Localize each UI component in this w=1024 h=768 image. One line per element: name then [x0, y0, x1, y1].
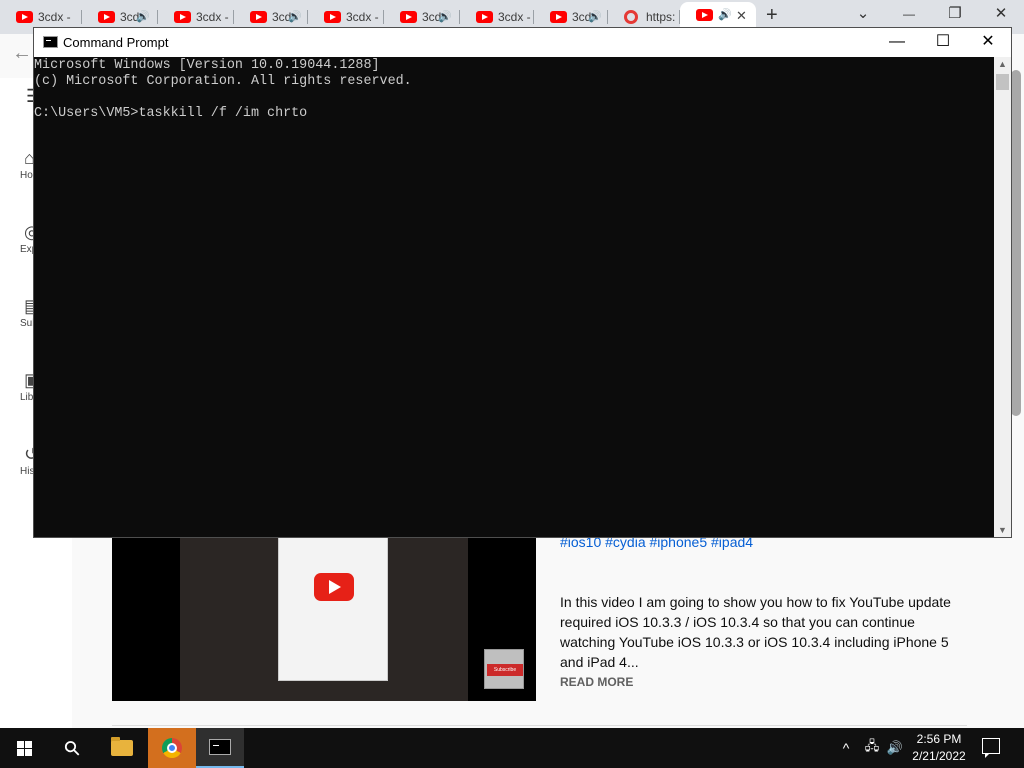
file-explorer-button[interactable]	[98, 728, 146, 768]
sidebar-item-label: His	[20, 466, 35, 477]
back-arrow-icon[interactable]: ←	[12, 42, 32, 65]
video-description: In this video I am going to show you how…	[560, 594, 951, 670]
tab-title: https:	[646, 10, 676, 24]
taskbar: ⚲ ^ 🖧 🔊 2:56 PM 2/21/2022	[0, 728, 1024, 768]
clock-time: 2:56 PM	[916, 732, 962, 746]
content-divider	[112, 725, 967, 726]
network-icon[interactable]: 🖧	[860, 728, 884, 768]
youtube-favicon-icon	[16, 11, 33, 23]
youtube-favicon-icon	[400, 11, 417, 23]
cmd-minimize-button[interactable]: —	[874, 28, 920, 57]
browser-minimize-button[interactable]: —	[886, 7, 932, 21]
sidebar-item-label: Exp	[20, 244, 38, 255]
tab-title: 3cdx -	[38, 10, 71, 24]
tab-audio-icon[interactable]: 🔊	[718, 8, 732, 21]
tab-audio-icon[interactable]: 🔊	[288, 10, 302, 23]
browser-close-button[interactable]: ✕	[978, 4, 1024, 22]
cmd-scrollbar-thumb[interactable]	[996, 74, 1009, 90]
youtube-favicon-icon	[476, 11, 493, 23]
tray-overflow-chevron-icon[interactable]: ^	[836, 728, 856, 768]
cmd-window-title: Command Prompt	[63, 35, 169, 50]
notification-center-icon[interactable]	[982, 738, 1000, 758]
cmd-taskbar-button[interactable]	[196, 728, 244, 768]
cmd-title-bar[interactable]: Command Prompt — ☐ ✕	[34, 28, 1011, 57]
console-line: (c) Microsoft Corporation. All rights re…	[34, 74, 412, 89]
site-favicon-icon	[624, 10, 638, 24]
cmd-scrollbar[interactable]: ▲ ▼	[994, 57, 1011, 537]
tab-title: 3cdx -	[498, 10, 531, 24]
chrome-taskbar-button[interactable]	[148, 728, 196, 768]
search-icon: ⚲	[59, 735, 86, 762]
console-line: Microsoft Windows [Version 10.0.19044.12…	[34, 58, 380, 73]
youtube-favicon-icon	[250, 11, 267, 23]
console-line: C:\Users\VM5>taskkill /f /im chrto	[34, 106, 308, 121]
video-thumbnail[interactable]: Subscribe	[112, 537, 536, 701]
clock-date: 2/21/2022	[912, 749, 966, 763]
scroll-up-arrow-icon[interactable]: ▲	[994, 59, 1011, 69]
youtube-favicon-icon	[174, 11, 191, 23]
tab-title: 3cdx -	[346, 10, 379, 24]
cmd-console-output[interactable]: Microsoft Windows [Version 10.0.19044.12…	[34, 57, 995, 537]
tab-close-icon[interactable]: ✕	[736, 8, 747, 24]
command-prompt-window: Command Prompt — ☐ ✕ Microsoft Windows […	[33, 27, 1012, 538]
desktop-screen: + ⌄ — ❐ ✕ 3cdx -3cd 🔊 3cdx -3cd 🔊 3cdx -3cd 🔊…	[0, 0, 1024, 768]
cmd-close-button[interactable]: ✕	[965, 28, 1011, 57]
youtube-favicon-icon	[550, 11, 567, 23]
cmd-icon	[209, 739, 231, 755]
phone-screen	[278, 537, 388, 681]
subscribe-badge-text: Subscribe	[487, 664, 523, 676]
taskbar-clock[interactable]: 2:56 PM 2/21/2022	[904, 731, 974, 765]
tab-title: 3cdx -	[196, 10, 229, 24]
windows-logo-icon	[16, 740, 32, 756]
start-button[interactable]	[0, 728, 48, 768]
sidebar-item-label: Lib	[20, 392, 34, 403]
youtube-favicon-icon	[324, 11, 341, 23]
folder-icon	[111, 737, 133, 756]
tab-audio-icon[interactable]: 🔊	[136, 10, 150, 23]
read-more-link[interactable]: READ MORE	[560, 675, 633, 689]
scroll-down-arrow-icon[interactable]: ▼	[994, 525, 1011, 535]
sidebar-item-label: Ho	[20, 170, 33, 181]
subscribe-badge: Subscribe	[484, 649, 524, 689]
cmd-maximize-button[interactable]: ☐	[920, 28, 966, 57]
chrome-icon	[162, 738, 182, 758]
browser-restore-button[interactable]: ❐	[932, 4, 978, 22]
tab-search-button[interactable]: ⌄	[840, 4, 886, 22]
search-button[interactable]: ⚲	[48, 728, 96, 768]
tab-audio-icon[interactable]: 🔊	[438, 10, 452, 23]
cmd-app-icon	[43, 36, 58, 48]
youtube-favicon-icon	[696, 9, 713, 21]
youtube-favicon-icon	[98, 11, 115, 23]
thumbnail-image	[180, 537, 468, 701]
tab-audio-icon[interactable]: 🔊	[588, 10, 602, 23]
page-scrollbar-thumb[interactable]	[1011, 70, 1021, 416]
volume-icon[interactable]: 🔊	[884, 728, 906, 768]
youtube-play-icon	[314, 573, 354, 601]
new-tab-button[interactable]: +	[766, 4, 778, 27]
